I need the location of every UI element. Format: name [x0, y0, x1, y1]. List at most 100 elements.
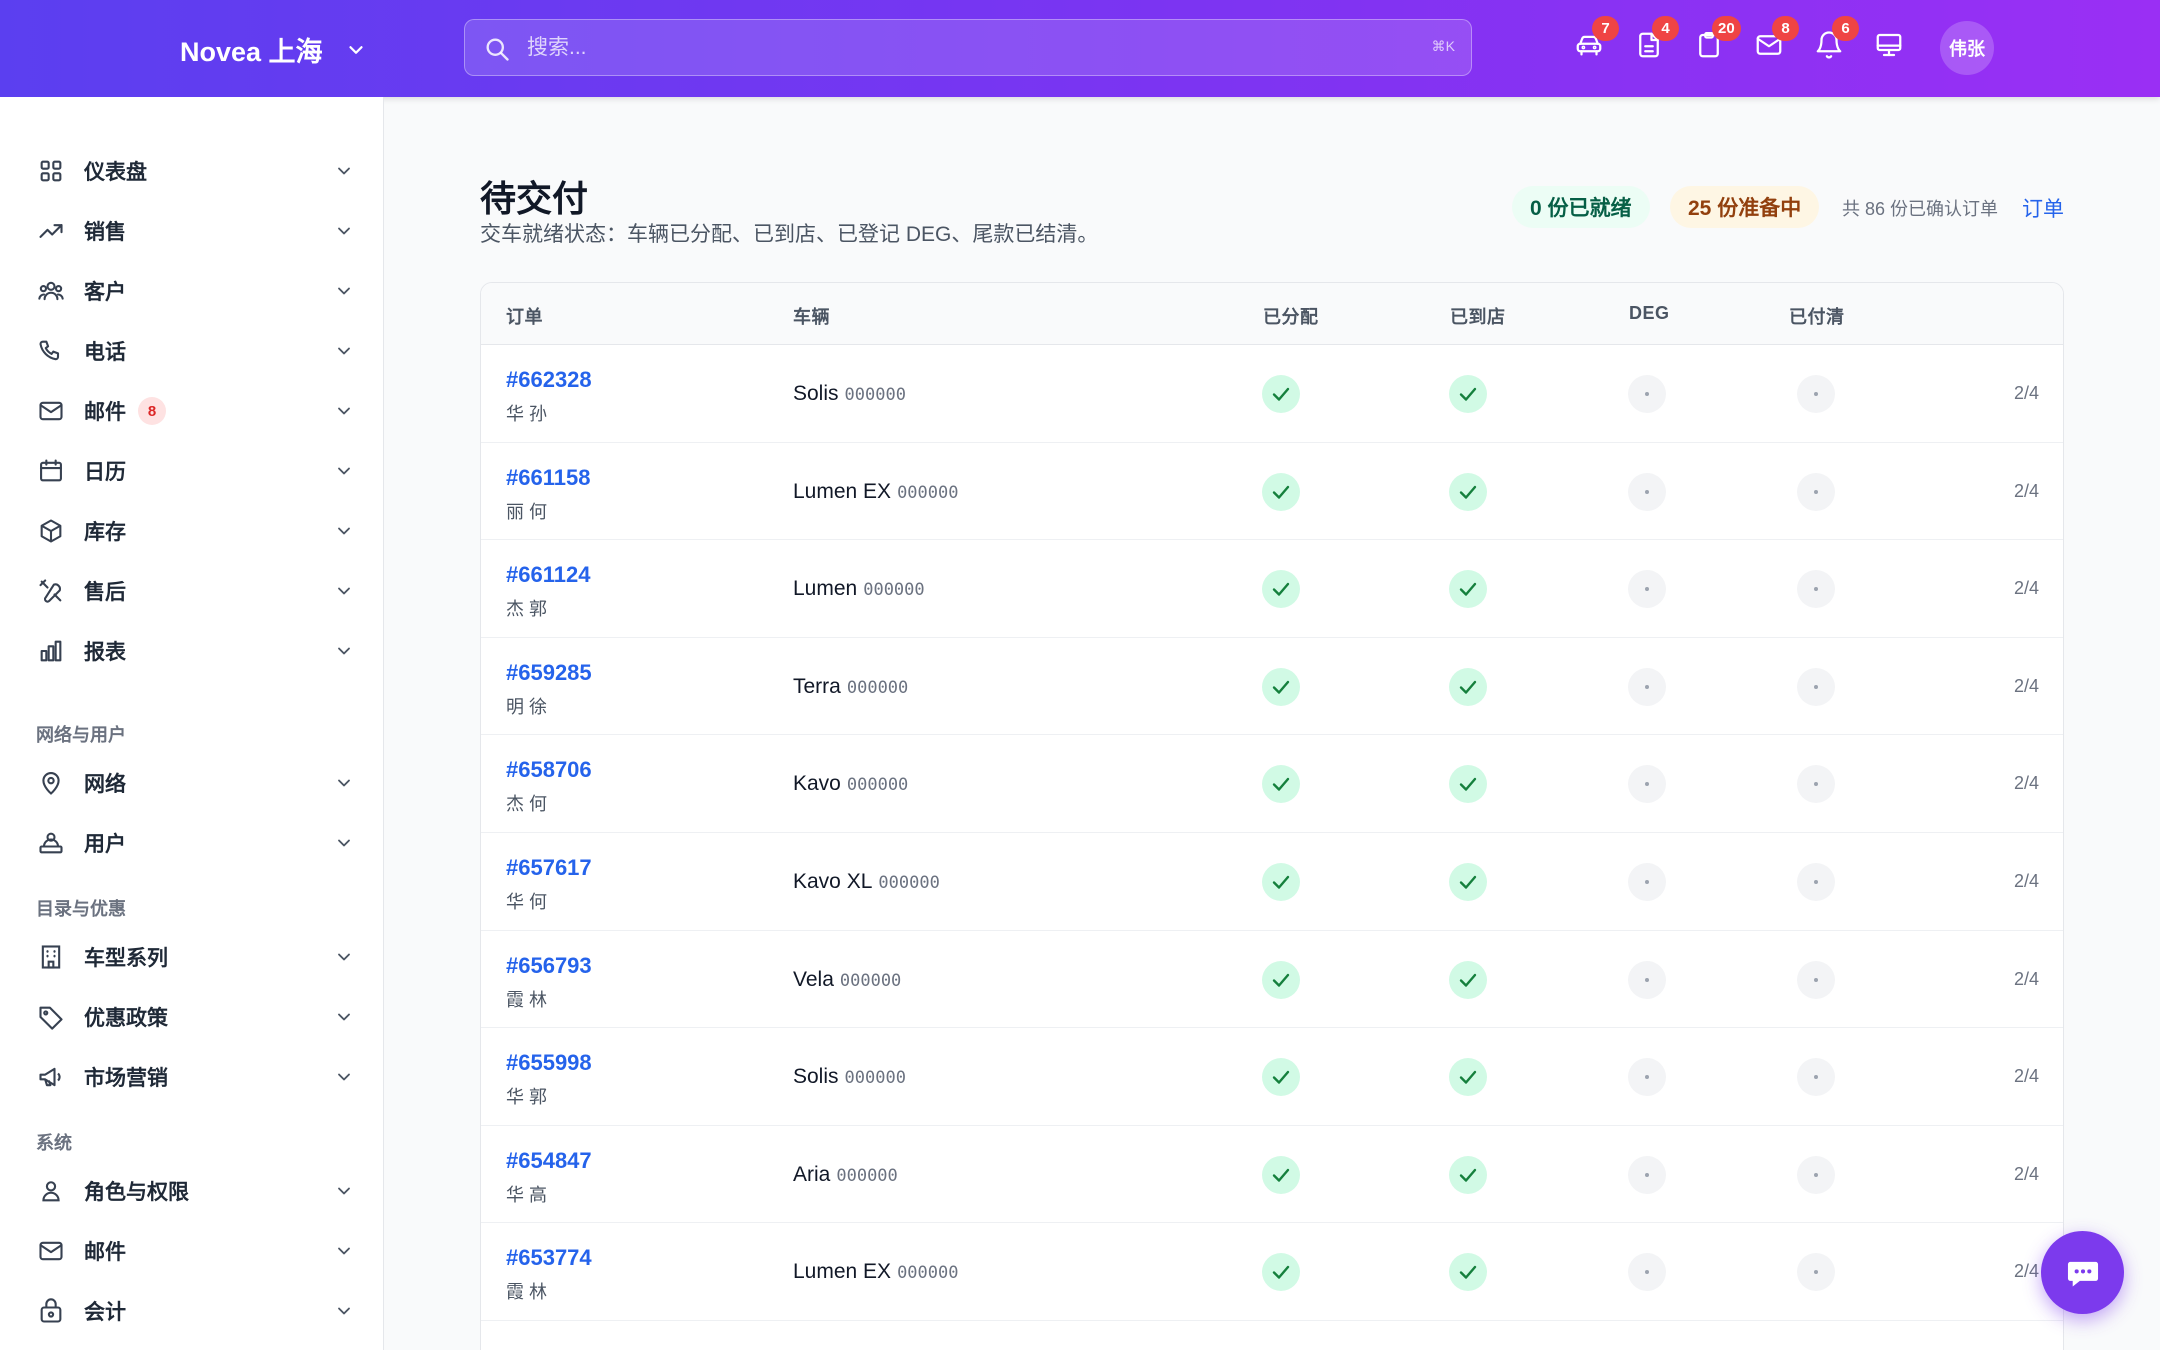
sidebar-item-inventory[interactable]: 库存 [36, 509, 354, 553]
sidebar-item-label: 邮件 [84, 1241, 126, 1264]
order-number-link[interactable]: #658706 [506, 757, 592, 783]
sidebar-item-customers[interactable]: 客户 [36, 269, 354, 313]
deg-pending-icon [1628, 375, 1666, 413]
display-button[interactable] [1874, 30, 1908, 64]
sidebar-item-network[interactable]: 网络 [36, 761, 354, 805]
vehicle-cell: Lumen EX 000000 [793, 1260, 958, 1284]
section-title-network: 网络与用户 [36, 725, 126, 745]
sidebar-item-phone[interactable]: 电话 [36, 329, 354, 373]
vehicle-cell: Kavo 000000 [793, 772, 908, 796]
assigned-check-icon [1262, 863, 1300, 901]
megaphone-icon [36, 1062, 66, 1092]
sidebar-item-system-mail[interactable]: 邮件 [36, 1229, 354, 1273]
sidebar-item-model-series[interactable]: 车型系列 [36, 935, 354, 979]
sidebar-item-label: 市场营销 [84, 1067, 168, 1090]
table-row[interactable]: #654847 华 高 Aria 000000 2/4 [481, 1126, 2063, 1224]
arrived-check-icon [1449, 667, 1487, 706]
vehicle-vin: 000000 [839, 970, 902, 991]
user-desk-icon [36, 828, 66, 858]
vehicle-model: Aria [793, 1162, 831, 1186]
progress-count: 2/4 [2013, 871, 2039, 891]
vehicle-vin: 000000 [897, 482, 959, 503]
sidebar-item-calendar[interactable]: 日历 [36, 449, 354, 493]
messages-button[interactable]: 8 [1754, 16, 1799, 64]
table-row[interactable]: #653774 霞 林 Lumen EX 000000 2/4 [481, 1223, 2063, 1321]
table-row[interactable]: #659285 明 徐 Terra 000000 2/4 [481, 638, 2063, 736]
deg-pending-icon [1628, 960, 1666, 999]
sidebar-item-dashboard[interactable]: 仪表盘 [36, 149, 354, 193]
arrived-check-icon [1449, 1253, 1487, 1292]
chevron-down-icon [338, 287, 350, 295]
deg-pending-icon [1628, 863, 1666, 901]
sidebar-item-mail[interactable]: 邮件 8 [36, 389, 354, 433]
sidebar-item-roles[interactable]: 角色与权限 [36, 1169, 354, 1213]
sidebar-item-reports[interactable]: 报表 [36, 629, 354, 673]
order-number-link[interactable]: #657617 [506, 855, 592, 881]
sidebar: 仪表盘 销售 客户 电话 邮件 8 日历 库存 售后 报表 网络与用户 网络 用… [0, 97, 384, 1350]
delivery-table: 订单 车辆 已分配 已到店 DEG 已付清 #662328 华 孙 Solis 000… [480, 282, 2064, 1350]
sidebar-item-label: 日历 [84, 461, 126, 484]
assigned-check-icon [1262, 667, 1300, 706]
table-row[interactable]: #655998 华 郭 Solis 000000 2/4 [481, 1028, 2063, 1126]
order-number-link[interactable]: #661158 [506, 465, 590, 491]
documents-button[interactable]: 4 [1634, 16, 1679, 64]
deg-pending-icon [1628, 1155, 1666, 1194]
sidebar-item-label: 角色与权限 [84, 1181, 189, 1204]
tasks-button[interactable]: 20 [1694, 16, 1741, 64]
sidebar-item-sales[interactable]: 销售 [36, 209, 354, 253]
sidebar-item-offers[interactable]: 优惠政策 [36, 995, 354, 1039]
sidebar-item-marketing[interactable]: 市场营销 [36, 1055, 354, 1099]
table-row[interactable]: #657617 华 何 Kavo XL 000000 2/4 [481, 833, 2063, 931]
sidebar-item-after-sales[interactable]: 售后 [36, 569, 354, 613]
table-row[interactable]: #656793 霞 林 Vela 000000 2/4 [481, 931, 2063, 1029]
notifications-button[interactable]: 6 [1814, 16, 1859, 64]
sidebar-item-label: 车型系列 [84, 947, 168, 970]
car-button[interactable]: 7 [1574, 16, 1619, 64]
order-number-link[interactable]: #653774 [506, 1245, 592, 1271]
order-number-link[interactable]: #655998 [506, 1050, 592, 1076]
chevron-down-icon [338, 1073, 350, 1081]
sidebar-item-label: 用户 [84, 833, 126, 856]
order-number-link[interactable]: #662328 [506, 367, 592, 393]
vehicle-cell: Aria 000000 [793, 1163, 898, 1187]
deg-pending-icon [1628, 570, 1666, 609]
sidebar-item-label: 会计 [84, 1301, 126, 1324]
vehicle-vin: 000000 [846, 677, 909, 698]
search-box[interactable]: ⌘K [464, 19, 1472, 76]
customer-name: 丽 何 [506, 501, 548, 522]
orders-link[interactable]: 订单 [2022, 193, 2064, 223]
order-number-link[interactable]: #656793 [506, 953, 592, 979]
table-row[interactable]: #658706 杰 何 Kavo 000000 2/4 [481, 735, 2063, 833]
table-row[interactable]: #661124 杰 郭 Lumen 000000 2/4 [481, 540, 2063, 638]
order-number-link[interactable]: #661124 [506, 562, 590, 588]
table-row[interactable]: #662328 华 孙 Solis 000000 2/4 [481, 345, 2063, 443]
chat-button[interactable] [2041, 1231, 2124, 1314]
table-row[interactable]: #661158 丽 何 Lumen EX 000000 2/4 [481, 443, 2063, 541]
chevron-down-icon [338, 953, 350, 961]
vehicle-model: Lumen [793, 577, 858, 601]
sidebar-item-label: 电话 [84, 341, 126, 364]
sidebar-item-accounting[interactable]: 会计 [36, 1289, 354, 1333]
sidebar-item-label: 客户 [84, 281, 126, 304]
assigned-check-icon [1262, 960, 1300, 999]
column-header-order: 订单 [506, 307, 543, 327]
order-number-link[interactable]: #659285 [506, 660, 592, 686]
vehicle-vin: 000000 [836, 1165, 898, 1186]
chevron-down-icon [338, 227, 350, 235]
preparing-count-badge: 25 份准备中 [1670, 186, 1820, 228]
order-number-link[interactable]: #654847 [506, 1148, 592, 1174]
user-avatar[interactable]: 伟张 [1940, 21, 1994, 75]
search-input[interactable] [527, 30, 1387, 66]
brand-name: Novea 上海 [180, 37, 323, 67]
assigned-check-icon [1262, 765, 1300, 804]
vehicle-cell: Lumen EX 000000 [793, 480, 958, 504]
page-subtitle: 交车就绪状态：车辆已分配、已到店、已登记 DEG、尾款已结清。 [480, 223, 1099, 246]
vehicle-vin: 000000 [844, 385, 906, 405]
sidebar-item-users[interactable]: 用户 [36, 821, 354, 865]
section-title-catalog: 目录与优惠 [36, 899, 126, 919]
sidebar-item-label: 仪表盘 [84, 161, 147, 184]
dealer-switcher[interactable]: Novea 上海 [180, 30, 367, 69]
paid-pending-icon [1797, 1058, 1835, 1097]
arrived-check-icon [1449, 765, 1487, 804]
progress-count: 2/4 [2013, 675, 2039, 696]
